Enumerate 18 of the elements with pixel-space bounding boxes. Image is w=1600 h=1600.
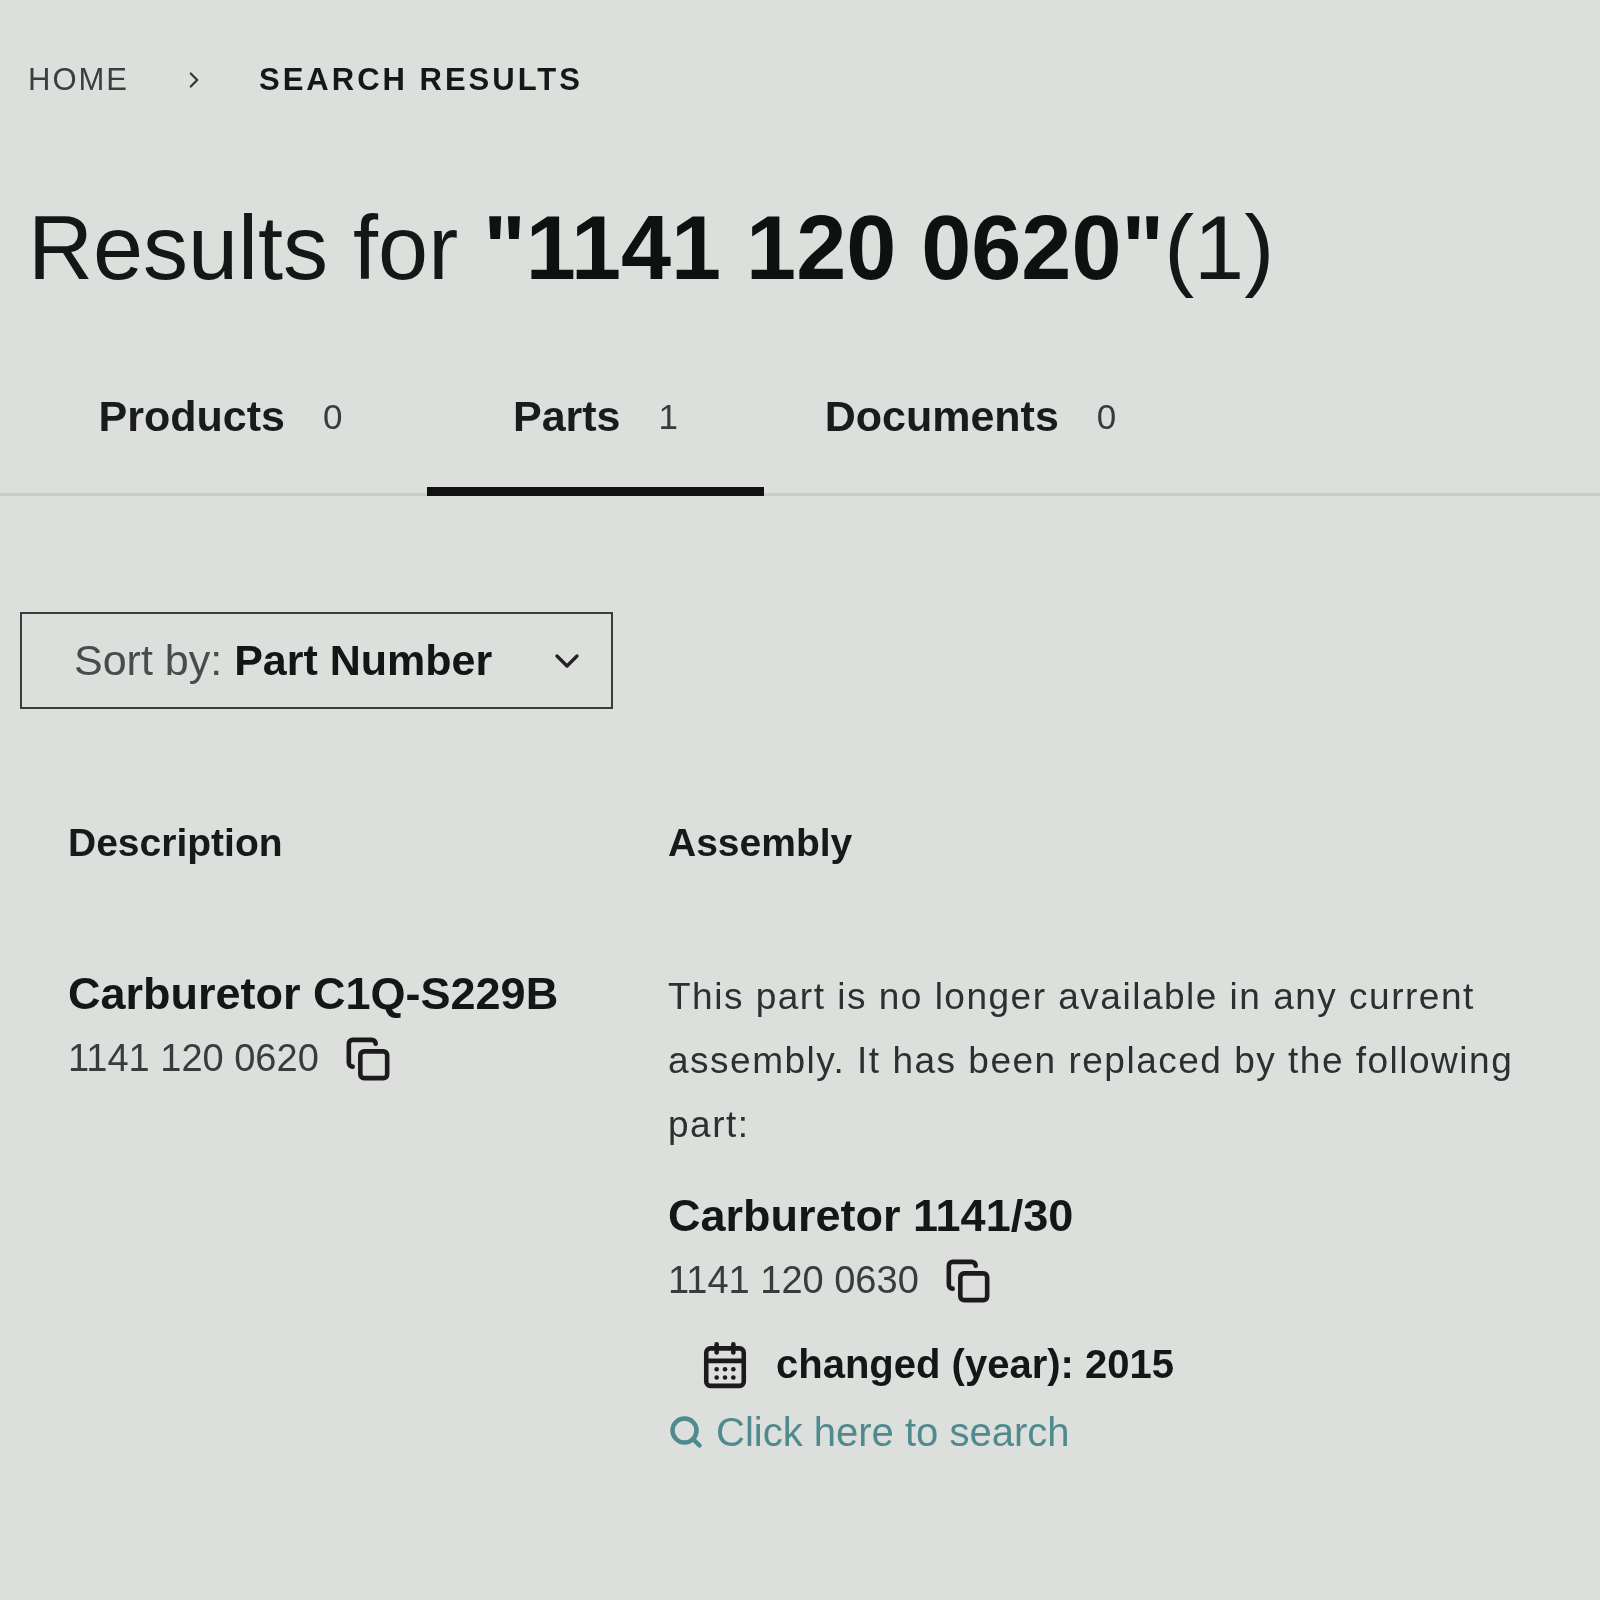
search-icon [668, 1414, 704, 1450]
column-header: Description [68, 821, 284, 865]
part-name: Carburetor 1141/30 [668, 1189, 1074, 1243]
part-name: Carburetor C1Q-S229B [68, 967, 559, 1021]
tab[interactable]: Products 0 [52, 372, 389, 496]
copy-icon[interactable] [944, 1257, 991, 1304]
changed-year: changed (year): 2015 [776, 1342, 1174, 1387]
tab[interactable]: Documents 0 [802, 372, 1139, 496]
breadcrumb-link[interactable]: SEARCH RESULTS [259, 62, 583, 98]
sort-dropdown[interactable]: Sort by: Part Number [20, 612, 613, 709]
breadcrumb-link[interactable]: HOME [28, 62, 129, 98]
tab[interactable]: Parts 1 [427, 372, 764, 496]
column-header: Assembly [668, 821, 854, 865]
results-title: Results for "1141 120 0620"(1) [28, 197, 1276, 300]
part-number: 1141 120 0620 [68, 1037, 319, 1080]
part-number: 1141 120 0630 [668, 1259, 919, 1302]
replacement-message: This part is no longer available in any current assembly. It has been replaced by the following part: [668, 975, 1515, 1147]
copy-icon[interactable] [344, 1035, 391, 1082]
